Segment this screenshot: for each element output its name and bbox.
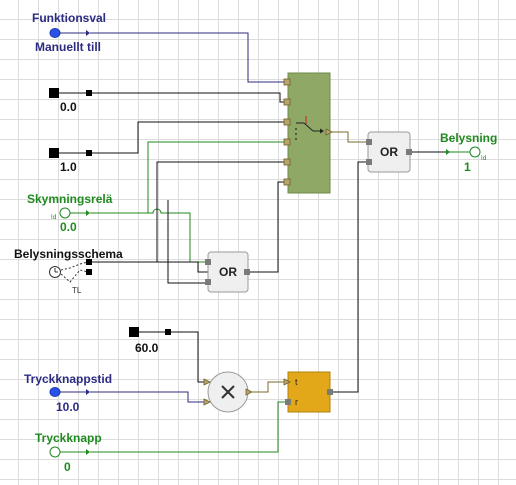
or-mid-label: OR: [219, 265, 237, 279]
wire-selector-or: [330, 131, 368, 143]
wire-or-output: [248, 181, 288, 273]
belysningsschema-title: Belysningsschema: [14, 247, 123, 261]
funktionsval-source[interactable]: [49, 28, 90, 38]
tryckknappstid-title: Tryckknappstid: [24, 372, 113, 386]
wire-const-60: [168, 331, 208, 383]
svg-text:ld: ld: [481, 155, 487, 162]
schema-clock-icon[interactable]: [49, 259, 93, 283]
tryckknapp-value: 0: [64, 460, 71, 474]
wire-timer-or: [330, 161, 368, 393]
wire-funktionsval: [90, 32, 288, 83]
belysning-value: 1: [464, 160, 471, 174]
wire-or-selector: [167, 200, 208, 284]
const-0-value: 0.0: [60, 100, 77, 114]
belysning-title: Belysning: [440, 131, 498, 145]
timer-port-r-label: r: [295, 397, 298, 407]
tryckknappstid-value: 10.0: [56, 400, 80, 414]
timer-block[interactable]: [283, 371, 333, 413]
wire-mult-timer: [248, 381, 288, 393]
tryckknappstid-source[interactable]: [49, 387, 90, 397]
multiplier-block[interactable]: [203, 371, 253, 413]
tryckknapp-title: Tryckknapp: [35, 431, 102, 445]
skymningsrela-title: Skymningsrelä: [27, 192, 113, 206]
const-0-source[interactable]: [49, 88, 92, 98]
wire-tryckknapp: [90, 401, 288, 453]
wire-schema-or: [90, 261, 208, 273]
const-1-source[interactable]: [49, 148, 92, 158]
const-60-source[interactable]: [129, 327, 171, 337]
wire-const-1: [90, 121, 288, 154]
or-top-label: OR: [380, 145, 398, 159]
diagram-canvas: ld ld OR OR t r Funktionsval Manuellt ti…: [0, 0, 516, 485]
const-60-value: 60.0: [135, 341, 159, 355]
funktionsval-value: Manuellt till: [35, 40, 101, 54]
funktionsval-title: Funktionsval: [32, 11, 107, 25]
wire-tryckknappstid: [90, 391, 208, 403]
selector-block[interactable]: [283, 72, 333, 194]
wire-const-0: [90, 92, 288, 103]
svg-text:ld: ld: [51, 214, 57, 221]
const-1-value: 1.0: [60, 160, 77, 174]
belysningsschema-tag: TL: [72, 286, 82, 295]
tryckknapp-source[interactable]: [49, 446, 90, 458]
skymningsrela-value: 0.0: [60, 220, 77, 234]
